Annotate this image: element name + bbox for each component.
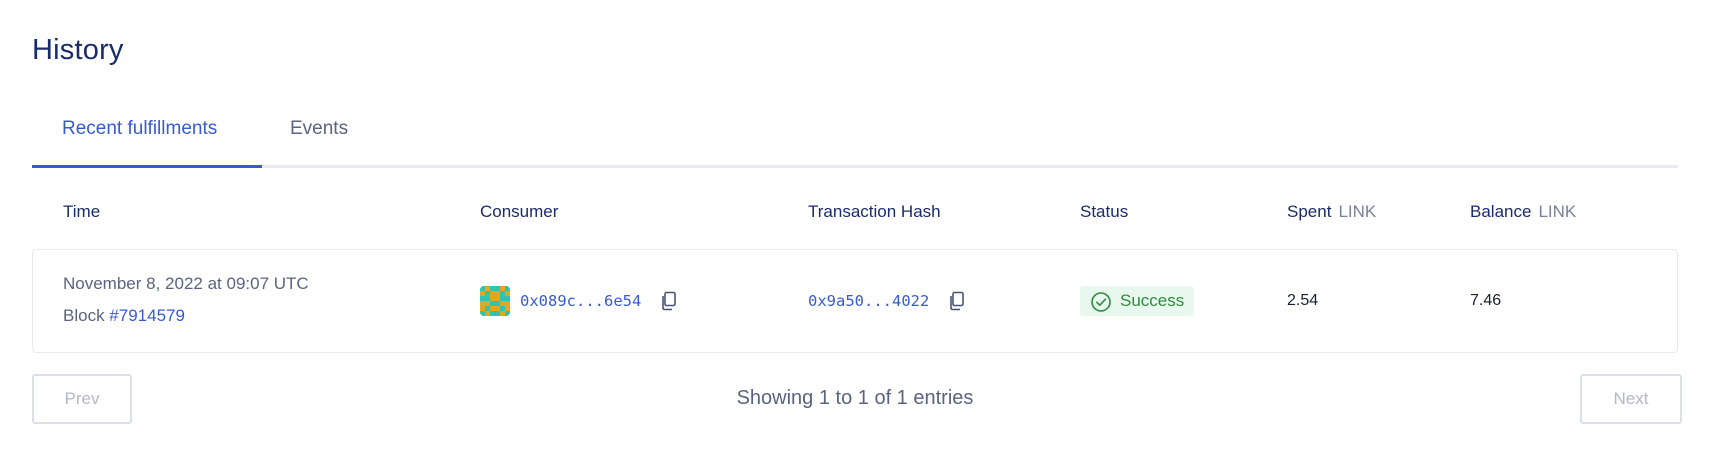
block-label: Block [63, 306, 110, 325]
balance-unit: LINK [1538, 202, 1577, 221]
fulfillment-time: November 8, 2022 at 09:07 UTC [63, 274, 309, 293]
column-header-status: Status [1080, 202, 1129, 221]
consumer-avatar [480, 286, 510, 316]
status-badge: Success [1080, 286, 1194, 316]
fulfillment-block: Block #7914579 [63, 306, 185, 326]
tab-recent-fulfillments[interactable]: Recent fulfillments [62, 118, 217, 140]
page-title: History [32, 34, 124, 66]
check-circle-icon [1090, 291, 1112, 313]
spent-value: 2.54 [1287, 292, 1319, 309]
tab-bar: Recent fulfillments Events [32, 108, 1678, 168]
active-tab-indicator [32, 165, 262, 168]
column-header-transaction-hash: Transaction Hash [808, 202, 941, 221]
column-header-consumer: Consumer [480, 202, 559, 221]
balance-value: 7.46 [1470, 292, 1502, 309]
column-header-balance: Balance LINK [1470, 202, 1577, 221]
spent-unit: LINK [1338, 202, 1377, 221]
pagination-info: Showing 1 to 1 of 1 entries [736, 387, 974, 409]
column-header-spent: Spent LINK [1287, 202, 1377, 221]
copy-icon[interactable] [948, 291, 966, 311]
column-header-time: Time [63, 202, 101, 221]
consumer-address-link[interactable]: 0x089c...6e54 [520, 292, 641, 310]
copy-icon[interactable] [660, 291, 678, 311]
status-text: Success [1120, 291, 1185, 310]
tab-events[interactable]: Events [290, 118, 348, 140]
next-button[interactable]: Next [1580, 374, 1682, 424]
transaction-hash-link[interactable]: 0x9a50...4022 [808, 292, 929, 310]
block-link[interactable]: #7914579 [109, 306, 185, 325]
